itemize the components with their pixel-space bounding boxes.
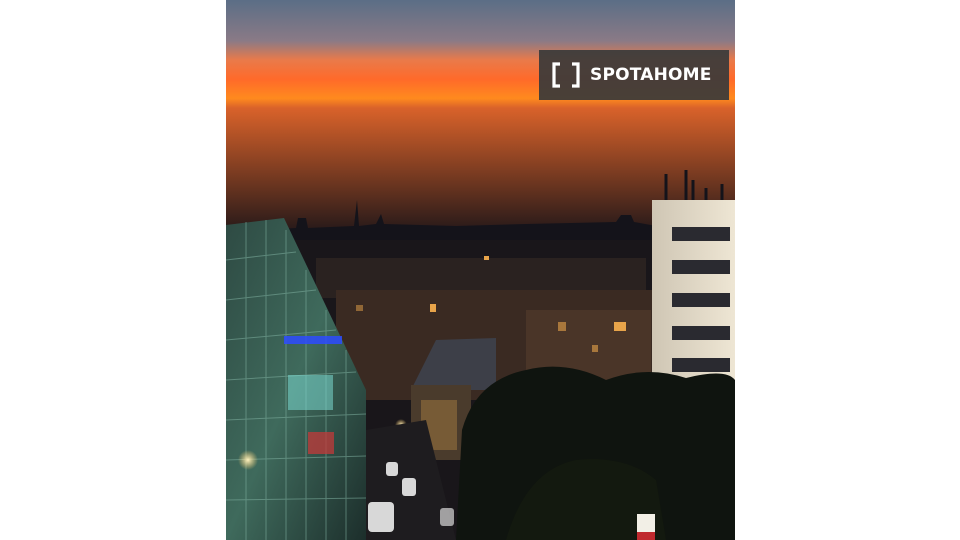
bracket-logo-icon (552, 62, 580, 88)
blue-neon-sign (284, 336, 342, 344)
brand-name: SPOTAHOME (590, 65, 712, 85)
bottom-light-box (637, 514, 655, 532)
bottom-red-sign (637, 532, 655, 540)
red-sign (308, 432, 334, 454)
street-lamp (238, 450, 258, 470)
screen-glow (288, 375, 333, 410)
spotahome-watermark: SPOTAHOME (539, 50, 729, 100)
page: SPOTAHOME (0, 0, 960, 540)
